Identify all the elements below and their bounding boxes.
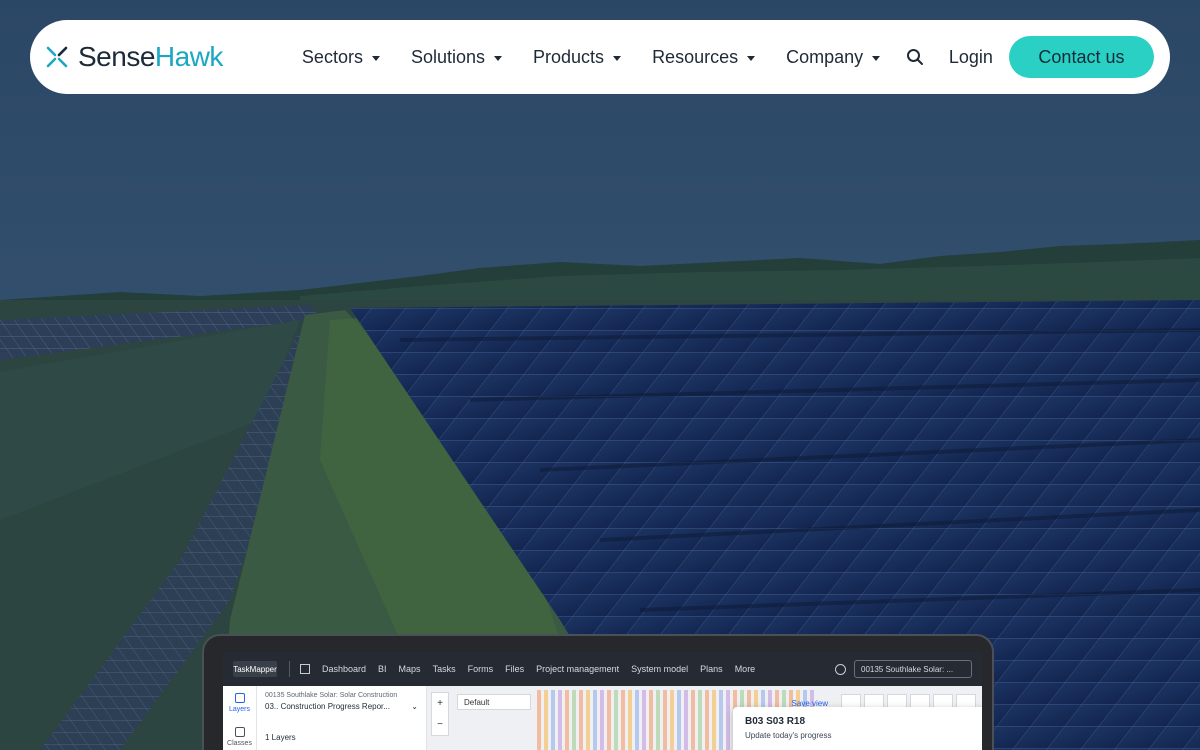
caret-down-icon: [872, 55, 881, 61]
home-icon: [300, 664, 310, 674]
login-link[interactable]: Login: [949, 47, 993, 68]
app-map-area: + − Default Save view B03 S03 R18 Update…: [427, 686, 982, 750]
divider: [289, 661, 290, 677]
zoom-controls: + −: [431, 692, 449, 736]
map-row-stripe: [691, 690, 695, 750]
layer-select: Default: [457, 694, 531, 710]
app-tab-plans: Plans: [700, 664, 723, 674]
map-row-stripe: [551, 690, 555, 750]
menu-item-label: Company: [786, 46, 864, 67]
map-row-stripe: [684, 690, 688, 750]
project-selector: 00135 Southlake Solar: ...: [854, 660, 972, 678]
map-row-stripe: [649, 690, 653, 750]
layers-icon: [234, 693, 245, 703]
app-tab-forms: Forms: [467, 664, 494, 674]
map-row-stripe: [670, 690, 674, 750]
caret-down-icon: [494, 55, 503, 61]
app-bar-right: 00135 Southlake Solar: ...: [835, 660, 972, 678]
app-tab-tasks: Tasks: [432, 664, 456, 674]
rail-item-label: Classes: [227, 740, 252, 747]
app-tab-more: More: [734, 664, 756, 674]
menu-item-label: Products: [533, 46, 605, 67]
app-left-rail: Layers Classes: [223, 686, 257, 750]
zoom-out-icon: −: [437, 719, 443, 730]
app-layer-panel: 00135 Southlake Solar: Solar Constructio…: [257, 686, 427, 750]
menu-item-label: Sectors: [301, 46, 363, 67]
progress-popup: B03 S03 R18 Update today's progress ✕: [733, 707, 982, 750]
map-row-stripe: [607, 690, 611, 750]
app-tab-system-model: System model: [631, 664, 689, 674]
app-screen: TaskMapper Dashboard BI Maps Tasks Forms…: [223, 652, 982, 750]
map-row-stripe: [600, 690, 604, 750]
map-row-stripe: [726, 690, 730, 750]
project-name: 00135 Southlake Solar: Solar Constructio…: [265, 692, 398, 699]
app-tab-project-management: Project management: [536, 664, 620, 674]
rail-item-layers: Layers: [223, 686, 256, 720]
caret-down-icon: [371, 55, 380, 61]
popup-title: B03 S03 R18: [745, 716, 806, 727]
app-tab-bi: BI: [378, 664, 387, 674]
main-menu: Sectors Solutions Products Resources Com…: [302, 37, 911, 77]
laptop-mockup: TaskMapper Dashboard BI Maps Tasks Forms…: [202, 634, 994, 750]
map-row-stripe: [656, 690, 660, 750]
map-row-stripe: [628, 690, 632, 750]
rail-item-label: Layers: [228, 706, 250, 713]
map-row-stripe: [579, 690, 583, 750]
map-row-stripe: [537, 690, 541, 750]
map-row-stripe: [572, 690, 576, 750]
contact-us-button[interactable]: Contact us: [1008, 36, 1154, 78]
app-tab-files: Files: [505, 664, 525, 674]
gear-icon: [835, 663, 846, 675]
popup-subtitle: Update today's progress: [745, 731, 832, 740]
caret-down-icon: [613, 55, 622, 61]
menu-item-solutions[interactable]: Solutions: [410, 37, 503, 77]
menu-item-company[interactable]: Company: [786, 37, 881, 77]
classes-icon: [234, 727, 245, 737]
menu-item-resources[interactable]: Resources: [652, 37, 756, 77]
map-row-stripe: [565, 690, 569, 750]
menu-item-products[interactable]: Products: [533, 37, 622, 77]
caret-down-icon: [747, 55, 756, 61]
map-row-stripe: [698, 690, 702, 750]
search-button[interactable]: [903, 45, 927, 69]
map-row-stripe: [705, 690, 709, 750]
map-row-stripe: [621, 690, 625, 750]
layer-count: 1 Layers: [265, 733, 296, 742]
menu-item-sectors[interactable]: Sectors: [302, 37, 380, 77]
chevron-down-icon: ⌄: [411, 702, 418, 711]
report-name: 03.. Construction Progress Repor... ⌄: [265, 702, 418, 711]
menu-item-label: Solutions: [410, 46, 486, 67]
app-tab-dashboard: Dashboard: [322, 664, 367, 674]
rail-item-classes: Classes: [223, 720, 256, 750]
map-row-stripe: [719, 690, 723, 750]
logo-text: SenseHawk: [78, 41, 223, 72]
map-row-stripe: [586, 690, 590, 750]
map-row-stripe: [635, 690, 639, 750]
app-tab-maps: Maps: [398, 664, 421, 674]
map-row-stripe: [712, 690, 716, 750]
sensehawk-logo[interactable]: SenseHawk: [46, 20, 223, 94]
map-row-stripe: [663, 690, 667, 750]
map-row-stripe: [558, 690, 562, 750]
zoom-in-icon: +: [437, 698, 443, 709]
map-row-stripe: [544, 690, 548, 750]
search-icon: [907, 49, 923, 65]
map-row-stripe: [614, 690, 618, 750]
menu-item-label: Resources: [652, 46, 739, 67]
top-navigation: SenseHawk Sectors Solutions Products Res…: [30, 20, 1170, 94]
logo-mark-icon: [46, 46, 68, 68]
app-logo: TaskMapper: [233, 661, 277, 677]
app-top-bar: TaskMapper Dashboard BI Maps Tasks Forms…: [223, 652, 982, 686]
map-row-stripe: [677, 690, 681, 750]
map-row-stripe: [593, 690, 597, 750]
map-row-stripe: [642, 690, 646, 750]
